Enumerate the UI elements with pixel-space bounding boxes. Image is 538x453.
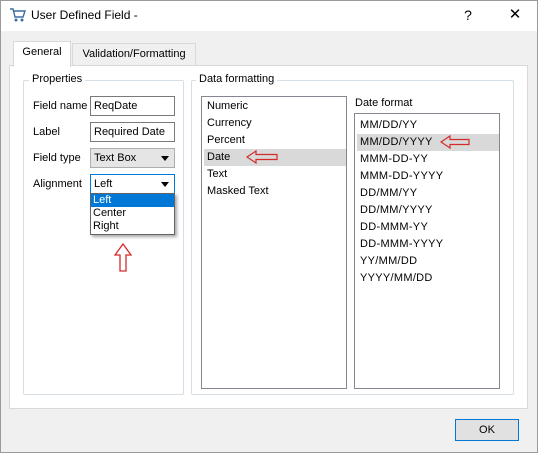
field-name-label: Field name [33,100,88,112]
field-type-label: Field type [33,152,81,164]
data-type-item[interactable]: Currency [204,115,346,132]
date-format-item[interactable]: YYYY/MM/DD [357,270,499,287]
properties-group-label: Properties [29,73,86,85]
annotation-left-arrow-icon [439,134,470,150]
field-type-value: Text Box [94,152,137,164]
date-format-label: Date format [355,97,413,109]
date-format-item[interactable]: DD-MMM-YY [357,219,499,236]
data-type-item[interactable]: Numeric [204,98,346,115]
annotation-left-arrow-icon [245,149,278,165]
tab-validation-formatting[interactable]: Validation/Formatting [72,43,196,65]
shopping-cart-icon [9,7,27,23]
label-input[interactable]: Required Date [90,122,175,142]
alignment-value: Left [94,178,113,190]
data-type-item[interactable]: Percent [204,132,346,149]
alignment-option[interactable]: Right [91,220,174,233]
alignment-option[interactable]: Left [91,194,174,207]
alignment-option[interactable]: Center [91,207,174,220]
annotation-up-arrow-icon [113,242,133,273]
data-type-list[interactable]: Numeric Currency Percent Date Text Maske… [201,96,347,389]
date-format-item[interactable]: MMM-DD-YY [357,151,499,168]
date-format-item[interactable]: YY/MM/DD [357,253,499,270]
data-type-item[interactable]: Masked Text [204,183,346,200]
alignment-label: Alignment [33,178,82,190]
close-button[interactable]: ✕ [503,4,527,26]
date-format-item[interactable]: MMM-DD-YYYY [357,168,499,185]
data-formatting-group-label: Data formatting [196,73,278,85]
date-format-item[interactable]: MM/DD/YYYY [357,134,499,151]
field-name-input[interactable]: ReqDate [90,96,175,116]
date-format-item[interactable]: DD/MM/YYYY [357,202,499,219]
tab-general[interactable]: General [13,41,71,67]
date-format-item[interactable]: MM/DD/YY [357,117,499,134]
help-button[interactable]: ? [456,4,480,26]
alignment-dropdown: Left Center Right [90,193,175,235]
alignment-select[interactable]: Left [90,174,175,194]
chevron-down-icon [161,182,169,187]
label-label: Label [33,126,60,138]
chevron-down-icon [161,156,169,161]
ok-button[interactable]: OK [455,419,519,441]
date-format-item[interactable]: DD/MM/YY [357,185,499,202]
window-title: User Defined Field - [31,8,138,22]
date-format-item[interactable]: DD-MMM-YYYY [357,236,499,253]
date-format-list[interactable]: MM/DD/YY MM/DD/YYYY MMM-DD-YY MMM-DD-YYY… [354,113,500,389]
field-type-select[interactable]: Text Box [90,148,175,168]
data-type-item[interactable]: Text [204,166,346,183]
